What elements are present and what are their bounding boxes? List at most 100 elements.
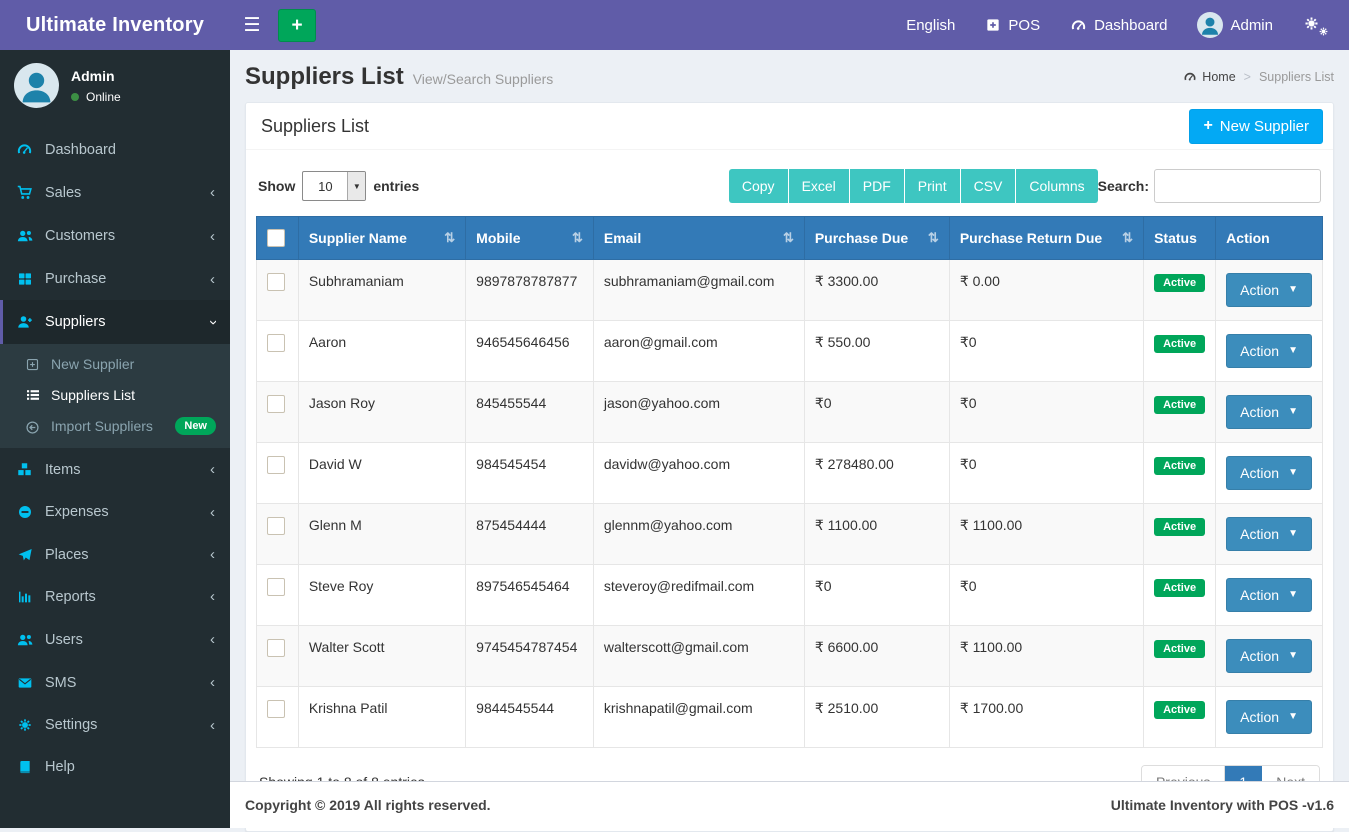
sidebar-item-label: Help xyxy=(45,759,75,776)
app-logo[interactable]: Ultimate Inventory xyxy=(0,0,230,50)
status-badge: Active xyxy=(1154,518,1206,536)
row-action-button[interactable]: Action ▼ xyxy=(1226,578,1312,612)
sidebar-item-items[interactable]: Items ‹ xyxy=(0,448,230,491)
nav-user-menu[interactable]: Admin xyxy=(1197,12,1273,38)
hamburger-menu-icon[interactable]: ☰ xyxy=(230,0,274,50)
supplier-name-cell: Walter Scott xyxy=(297,625,467,687)
sidebar-subitem-new-supplier[interactable]: New Supplier xyxy=(0,348,230,379)
supplier-name-cell: Glenn M xyxy=(297,503,467,565)
sidebar-item-label: Sales xyxy=(45,184,82,201)
row-action-button[interactable]: Action ▼ xyxy=(1226,273,1312,307)
sidebar-item-expenses[interactable]: Expenses ‹ xyxy=(0,491,230,533)
column-header-purchase-due[interactable]: Purchase Due ⇅ xyxy=(803,216,950,260)
chevron-left-icon: ‹ xyxy=(210,716,215,734)
copy-button[interactable]: Copy xyxy=(728,169,788,203)
breadcrumb-separator: > xyxy=(1243,70,1251,84)
plus-square-outline-icon xyxy=(24,355,41,372)
table-header-row: Supplier Name ⇅ Mobile ⇅ Email ⇅ Purchase D… xyxy=(256,216,1323,260)
sidebar-item-sales[interactable]: Sales ‹ xyxy=(0,171,230,214)
row-checkbox[interactable] xyxy=(267,334,285,352)
plus-icon: + xyxy=(1203,117,1213,134)
search-input[interactable] xyxy=(1154,169,1321,203)
sidebar-item-label: Customers xyxy=(45,228,116,244)
nav-dashboard[interactable]: Dashboard xyxy=(1070,17,1167,34)
sidebar-user-name: Admin xyxy=(71,67,115,84)
row-checkbox[interactable] xyxy=(267,273,285,291)
sidebar-item-help[interactable]: Help xyxy=(0,746,230,788)
email-cell: walterscott@gmail.com xyxy=(592,625,805,687)
chevron-left-icon: ‹ xyxy=(210,588,215,606)
purchase-due-cell: ₹ 3300.00 xyxy=(803,259,950,321)
column-header-email[interactable]: Email ⇅ xyxy=(592,216,805,260)
sidebar-item-label: Dashboard xyxy=(45,141,116,158)
sidebar-item-settings[interactable]: Settings ‹ xyxy=(0,704,230,746)
excel-button[interactable]: Excel xyxy=(788,169,849,203)
row-action-button[interactable]: Action ▼ xyxy=(1226,456,1312,490)
sidebar-user-avatar xyxy=(14,63,59,108)
chevron-left-icon: ‹ xyxy=(210,184,215,201)
email-cell: aaron@gmail.com xyxy=(592,320,805,382)
column-header-supplier-name[interactable]: Supplier Name ⇅ xyxy=(297,216,467,260)
sidebar-item-sms[interactable]: SMS ‹ xyxy=(0,662,230,704)
status-badge: Active xyxy=(1154,274,1206,292)
table-row: Aaron 946545646456 aaron@gmail.com ₹ 550… xyxy=(256,320,1323,382)
row-action-button[interactable]: Action ▼ xyxy=(1226,517,1312,551)
sidebar-item-customers[interactable]: Customers ‹ xyxy=(0,214,230,258)
sidebar-user-status[interactable]: Online xyxy=(71,90,121,104)
row-checkbox[interactable] xyxy=(267,456,285,474)
new-supplier-button[interactable]: + New Supplier xyxy=(1189,108,1323,144)
sidebar-subitem-suppliers-list[interactable]: Suppliers List xyxy=(0,379,230,410)
columns-button[interactable]: Columns xyxy=(1016,169,1098,203)
column-header-mobile[interactable]: Mobile ⇅ xyxy=(465,216,594,260)
row-checkbox[interactable] xyxy=(267,517,285,535)
sidebar-item-reports[interactable]: Reports ‹ xyxy=(0,576,230,618)
sidebar-item-suppliers[interactable]: Suppliers ‹ xyxy=(0,300,230,345)
purchase-return-due-cell: ₹0 xyxy=(948,320,1145,382)
content-header: Suppliers List View/Search Suppliers Home… xyxy=(230,50,1349,102)
row-action-button[interactable]: Action ▼ xyxy=(1226,334,1312,368)
row-checkbox[interactable] xyxy=(267,639,285,657)
nav-pos[interactable]: POS xyxy=(985,17,1040,34)
breadcrumb-home-link[interactable]: Home xyxy=(1183,70,1236,84)
page-length-select[interactable]: 10 ▼ xyxy=(302,171,367,201)
paper-plane-icon xyxy=(15,546,34,562)
purchase-due-cell: ₹ 2510.00 xyxy=(803,686,950,748)
caret-down-icon: ▼ xyxy=(1288,589,1298,600)
sidebar-item-users[interactable]: Users ‹ xyxy=(0,618,230,662)
purchase-return-due-cell: ₹0 xyxy=(948,381,1145,443)
topbar-nav: English POS Dashboard Admin xyxy=(906,0,1349,50)
quick-add-button[interactable]: + xyxy=(278,8,316,42)
supplier-name-cell: Aaron xyxy=(297,320,467,382)
status-badge: Active xyxy=(1154,335,1206,353)
column-header-purchase-return-due[interactable]: Purchase Return Due ⇅ xyxy=(948,216,1145,260)
sidebar-item-label: Places xyxy=(45,546,89,563)
caret-down-icon: ▼ xyxy=(1288,467,1298,478)
search-label: Search: xyxy=(1097,178,1149,194)
csv-button[interactable]: CSV xyxy=(960,169,1016,203)
purchase-due-cell: ₹ 6600.00 xyxy=(803,625,950,687)
row-checkbox[interactable] xyxy=(267,700,285,718)
chevron-left-icon: ‹ xyxy=(210,227,215,245)
sidebar-item-label: SMS xyxy=(45,674,77,691)
nav-settings[interactable] xyxy=(1303,14,1329,36)
users-icon xyxy=(15,227,34,245)
row-action-button[interactable]: Action ▼ xyxy=(1226,639,1312,673)
sidebar-subitem-import-suppliers[interactable]: Import Suppliers New xyxy=(0,410,230,442)
sidebar-item-purchase[interactable]: Purchase ‹ xyxy=(0,258,230,300)
pdf-button[interactable]: PDF xyxy=(849,169,904,203)
row-action-button[interactable]: Action ▼ xyxy=(1226,395,1312,429)
supplier-name-cell: David W xyxy=(297,442,467,504)
users-icon xyxy=(15,631,34,649)
select-all-checkbox[interactable] xyxy=(267,229,285,247)
status-badge: Active xyxy=(1154,396,1206,414)
nav-language[interactable]: English xyxy=(906,17,955,34)
row-checkbox[interactable] xyxy=(267,395,285,413)
sidebar-item-dashboard[interactable]: Dashboard xyxy=(0,128,230,171)
online-status-label: Online xyxy=(86,89,121,104)
row-action-button[interactable]: Action ▼ xyxy=(1226,700,1312,734)
page-length-value: 10 xyxy=(318,178,333,194)
online-status-dot xyxy=(71,92,79,101)
print-button[interactable]: Print xyxy=(904,169,960,203)
row-checkbox[interactable] xyxy=(267,578,285,596)
sidebar-item-places[interactable]: Places ‹ xyxy=(0,533,230,575)
